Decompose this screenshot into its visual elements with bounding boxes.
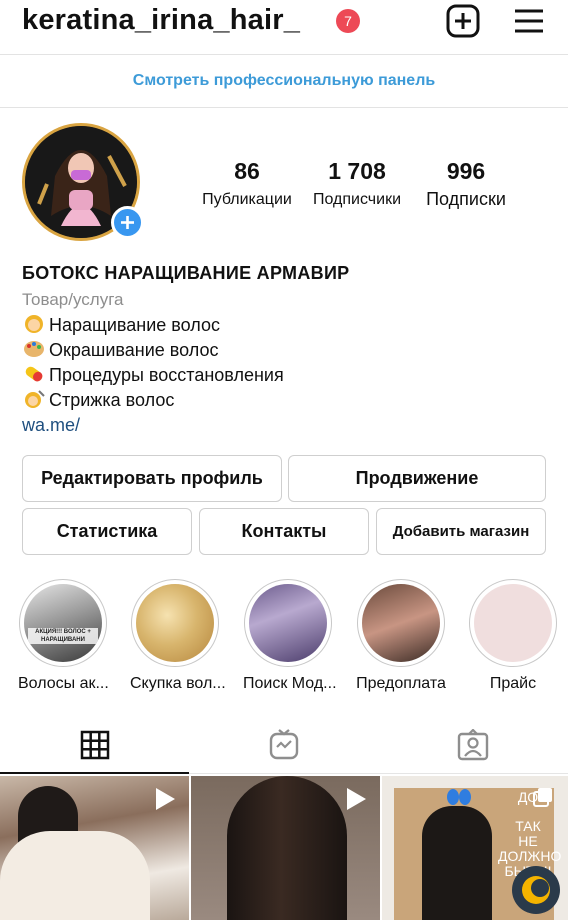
highlight-label: Предоплата xyxy=(356,675,446,692)
post-thumbnail-hair xyxy=(227,776,347,920)
following-count-value: 996 xyxy=(446,158,486,184)
bio-line-text: Процедуры восстановления xyxy=(49,365,284,385)
contacts-button[interactable]: Контакты xyxy=(199,508,369,555)
story-highlight[interactable]: Прайс xyxy=(468,579,558,693)
highlight-ring xyxy=(357,579,445,667)
profile-name: БОТОКС НАРАЩИВАНИЕ АРМАВИР xyxy=(22,263,350,283)
highlight-label: Волосы ак... xyxy=(18,675,109,692)
palette-icon xyxy=(24,341,44,357)
profile-bio: БОТОКС НАРАЩИВАНИЕ АРМАВИР Товар/услуга … xyxy=(22,262,542,438)
igtv-icon xyxy=(269,729,299,760)
add-shop-button[interactable]: Добавить магазин xyxy=(376,508,546,555)
highlight-cover xyxy=(136,584,214,662)
bio-line: Процедуры восстановления xyxy=(22,363,542,388)
video-icon xyxy=(156,788,175,810)
post-thumbnail[interactable] xyxy=(191,776,380,920)
bio-line: Окрашивание волос xyxy=(22,338,542,363)
professional-dashboard-link[interactable]: Смотреть профессиональную панель xyxy=(0,54,568,108)
profile-tabs xyxy=(0,718,568,774)
highlight-cover: АКЦИЯ!!! ВОЛОС + НАРАЩИВАНИ xyxy=(24,584,102,662)
story-highlight[interactable]: АКЦИЯ!!! ВОЛОС + НАРАЩИВАНИ Волосы ак... xyxy=(18,579,109,693)
highlight-label: Поиск Мод... xyxy=(243,675,337,692)
post-overlay-line: ТАК xyxy=(515,818,541,834)
followers-count-value: 1 708 xyxy=(328,158,386,184)
profile-category: Товар/услуга xyxy=(22,290,124,309)
highlight-cover xyxy=(474,584,552,662)
posts-count-value: 86 xyxy=(234,158,260,184)
post-thumbnail-coat xyxy=(0,831,150,920)
highlight-cover xyxy=(362,584,440,662)
highlight-ring xyxy=(131,579,219,667)
highlight-ring xyxy=(244,579,332,667)
highlight-label: Скупка вол... xyxy=(130,675,226,692)
video-icon xyxy=(347,788,366,810)
post-overlay-line: НЕ xyxy=(518,833,538,849)
plus-icon xyxy=(121,216,134,229)
bio-line-text: Наращивание волос xyxy=(49,315,220,335)
grid-icon xyxy=(80,730,110,760)
bio-link[interactable]: wa.me/ xyxy=(22,413,542,438)
edit-profile-button[interactable]: Редактировать профиль xyxy=(22,455,282,502)
bio-line: Стрижка волос xyxy=(22,388,542,413)
post-thumbnail[interactable] xyxy=(0,776,189,920)
profile-avatar[interactable] xyxy=(22,123,144,241)
highlight-ring xyxy=(469,579,557,667)
post-thumbnail-figure xyxy=(422,806,492,920)
story-highlight[interactable]: Поиск Мод... xyxy=(243,579,337,693)
tab-tagged[interactable] xyxy=(379,718,568,774)
highlight-ring: АКЦИЯ!!! ВОЛОС + НАРАЩИВАНИ xyxy=(19,579,107,667)
carousel-icon xyxy=(533,788,552,807)
butterfly-icon xyxy=(447,789,471,805)
following-count-label: Подписки xyxy=(426,189,506,209)
pill-icon xyxy=(25,366,43,382)
post-thumbnail[interactable]: ДО ТАК НЕ ДОЛЖНО БЫТЬ!! xyxy=(382,776,568,920)
tab-posts-grid[interactable] xyxy=(0,718,189,774)
posts-count[interactable]: 86 Публикации xyxy=(196,158,298,209)
bio-line: Наращивание волос xyxy=(22,313,542,338)
haircut-icon xyxy=(25,390,45,408)
menu-icon[interactable] xyxy=(513,6,545,36)
statistics-button[interactable]: Статистика xyxy=(22,508,192,555)
top-bar: keratina_irina_hair_ 7 xyxy=(0,0,568,50)
new-post-icon[interactable] xyxy=(446,4,480,38)
highlight-cover-text: АКЦИЯ!!! ВОЛОС + НАРАЩИВАНИ xyxy=(28,628,98,644)
followers-count[interactable]: 1 708 Подписчики xyxy=(306,158,408,209)
bio-line-text: Стрижка волос xyxy=(49,390,175,410)
highlight-label: Прайс xyxy=(489,675,537,692)
active-tab-indicator xyxy=(0,772,189,774)
add-story-button[interactable] xyxy=(111,206,144,239)
highlight-cover xyxy=(249,584,327,662)
followers-count-label: Подписчики xyxy=(312,191,401,208)
story-highlight[interactable]: Предоплата xyxy=(356,579,446,693)
following-count[interactable]: 996 Подписки xyxy=(418,158,514,210)
woman-icon xyxy=(25,315,43,333)
tagged-icon xyxy=(457,729,489,761)
tab-igtv[interactable] xyxy=(189,718,379,774)
notification-badge[interactable]: 7 xyxy=(336,9,360,33)
story-highlight[interactable]: Скупка вол... xyxy=(130,579,226,693)
post-overlay-line: ДОЛЖНО xyxy=(498,848,562,864)
profile-username[interactable]: keratina_irina_hair_ xyxy=(22,4,300,37)
app-logo-icon xyxy=(512,866,560,914)
posts-count-label: Публикации xyxy=(202,191,292,208)
bio-line-text: Окрашивание волос xyxy=(49,340,219,360)
promotion-button[interactable]: Продвижение xyxy=(288,455,546,502)
